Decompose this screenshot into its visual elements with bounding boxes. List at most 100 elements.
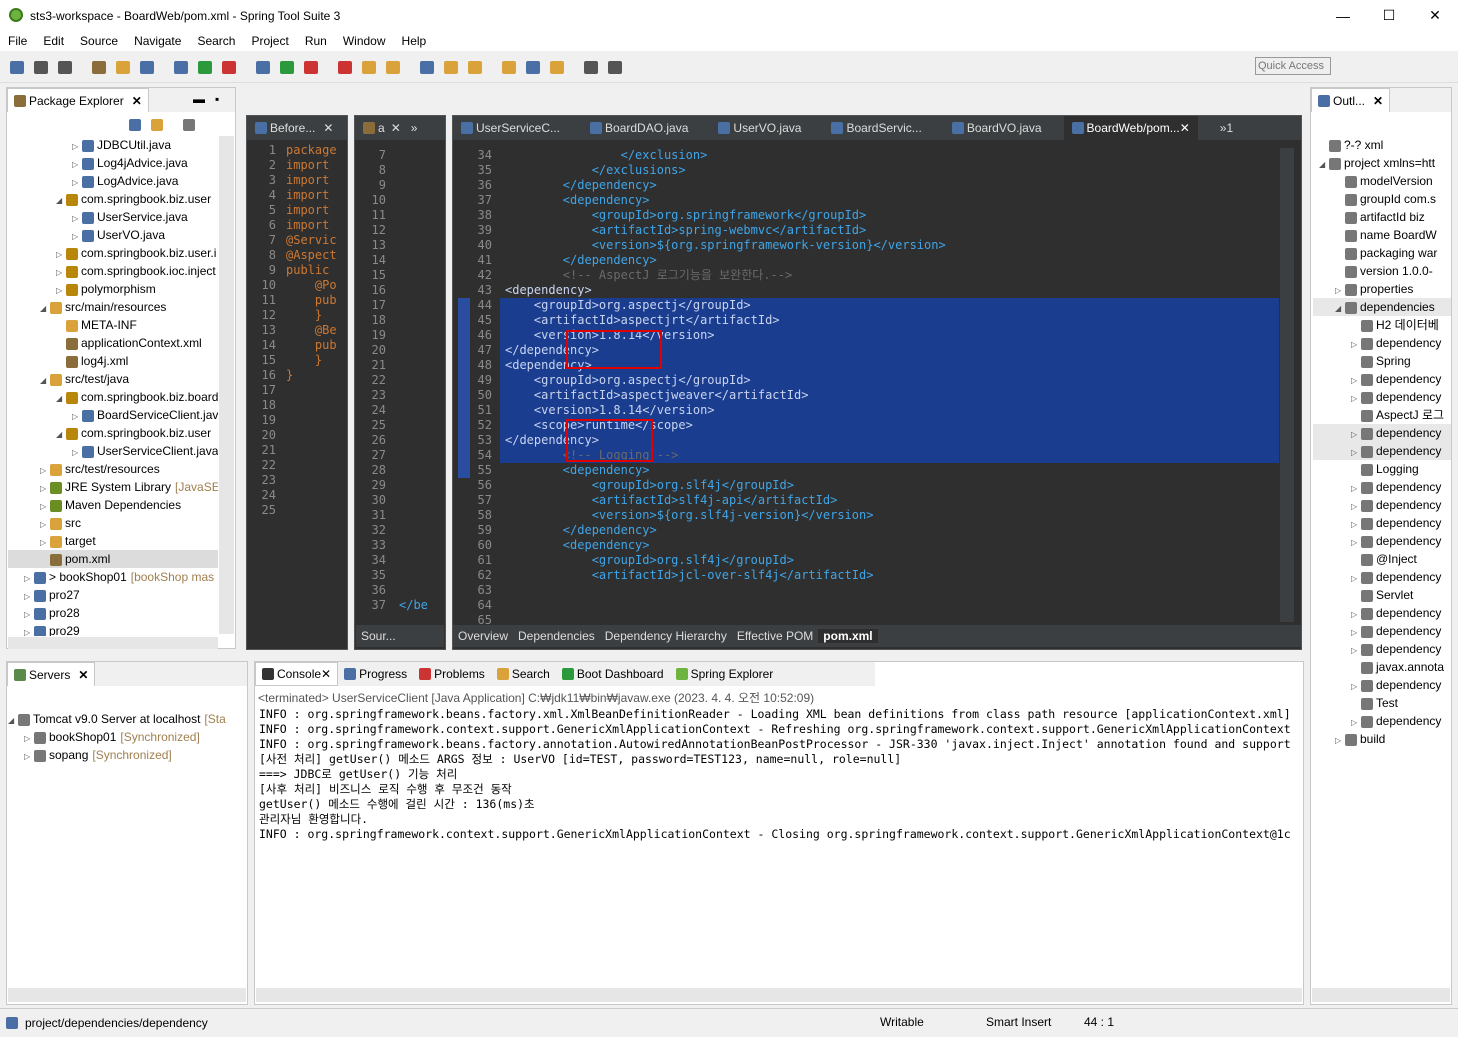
tab-overview[interactable]: Overview xyxy=(453,629,513,643)
mini-editor1-code[interactable]: package import import import import import @Se… xyxy=(286,143,346,383)
tree-item[interactable]: ▷ target xyxy=(8,532,218,550)
link-editor-icon[interactable] xyxy=(151,119,163,131)
menu-search[interactable]: Search xyxy=(189,34,243,48)
tree-item[interactable]: modelVersion xyxy=(1313,172,1451,190)
tab-console[interactable]: Console ✕ xyxy=(255,662,339,686)
toolbar-icon-3[interactable] xyxy=(92,61,106,74)
toolbar-icon-5[interactable] xyxy=(140,61,154,74)
package-explorer-scrollbar[interactable] xyxy=(219,136,234,634)
tree-item[interactable]: ▷ polymorphism xyxy=(8,280,218,298)
tab-source[interactable]: Sour... xyxy=(356,625,444,647)
tree-item[interactable]: ▷ bookShop01 [Synchronized] xyxy=(8,728,246,746)
tree-item[interactable]: Spring xyxy=(1313,352,1451,370)
tree-item[interactable]: pom.xml xyxy=(8,550,218,568)
tree-item[interactable]: ◢ Tomcat v9.0 Server at localhost [Sta xyxy=(8,710,246,728)
tree-item[interactable]: ▷ src/test/resources xyxy=(8,460,218,478)
overflow-icon[interactable]: » xyxy=(411,121,418,135)
toolbar-icon-10[interactable] xyxy=(280,61,294,74)
close-icon[interactable]: ✕ xyxy=(391,121,401,135)
menu-project[interactable]: Project xyxy=(243,34,296,48)
tree-item[interactable]: ▷ dependency xyxy=(1313,478,1451,496)
tree-item[interactable]: ▷ dependency xyxy=(1313,568,1451,586)
menu-navigate[interactable]: Navigate xyxy=(126,34,189,48)
tree-arrow-icon[interactable]: ▷ xyxy=(24,748,34,766)
tab-search[interactable]: Search xyxy=(491,662,556,686)
toolbar-icon-9[interactable] xyxy=(256,61,270,74)
tab-effective-pom[interactable]: Effective POM xyxy=(732,629,818,643)
close-icon[interactable]: ✕ xyxy=(321,667,331,681)
tree-item[interactable]: ▷ dependency xyxy=(1313,622,1451,640)
menu-source[interactable]: Source xyxy=(72,34,126,48)
tree-item[interactable]: ▷ properties xyxy=(1313,280,1451,298)
tab-boot-dashboard[interactable]: Boot Dashboard xyxy=(556,662,670,686)
toolbar-icon-22[interactable] xyxy=(608,61,622,74)
tab-editor-2[interactable]: UserVO.java xyxy=(710,116,809,140)
toolbar-icon-17[interactable] xyxy=(468,61,482,74)
close-button[interactable]: ✕ xyxy=(1412,0,1458,31)
tree-item[interactable]: ▷ Log4jAdvice.java xyxy=(8,154,218,172)
tree-item[interactable]: ◢ dependencies xyxy=(1313,298,1451,316)
toolbar-icon-4[interactable] xyxy=(116,61,130,74)
close-icon[interactable]: ✕ xyxy=(78,668,88,682)
tree-item[interactable]: javax.annota xyxy=(1313,658,1451,676)
tree-item[interactable]: ▷ dependency xyxy=(1313,388,1451,406)
tab-dependencies[interactable]: Dependencies xyxy=(513,629,600,643)
tab-editor-4[interactable]: BoardVO.java xyxy=(944,116,1050,140)
tree-item[interactable]: ▷ Maven Dependencies xyxy=(8,496,218,514)
toolbar-icon-20[interactable] xyxy=(550,61,564,74)
tree-item[interactable]: ▷ BoardServiceClient.java xyxy=(8,406,218,424)
tab-outline[interactable]: Outl... ✕ xyxy=(1311,88,1391,112)
menu-file[interactable]: File xyxy=(0,34,35,48)
collapse-all-icon[interactable] xyxy=(129,119,141,131)
tree-item[interactable]: Servlet xyxy=(1313,586,1451,604)
minimize-button[interactable]: — xyxy=(1320,0,1366,31)
quick-access-input[interactable]: Quick Access xyxy=(1255,57,1331,75)
tree-item[interactable]: ?-? xml xyxy=(1313,136,1451,154)
servers-hscroll[interactable] xyxy=(8,988,246,1002)
tree-item[interactable]: ▷ dependency xyxy=(1313,442,1451,460)
tree-item[interactable]: ▷ com.springbook.ioc.inject xyxy=(8,262,218,280)
view-menu-icon[interactable] xyxy=(183,119,195,131)
tree-item[interactable]: applicationContext.xml xyxy=(8,334,218,352)
tree-item[interactable]: name BoardW xyxy=(1313,226,1451,244)
tree-item[interactable]: packaging war xyxy=(1313,244,1451,262)
close-icon[interactable]: ✕ xyxy=(1180,121,1190,135)
tree-item[interactable]: ▷ > bookShop01 [bookShop mas xyxy=(8,568,218,586)
tree-item[interactable]: groupId com.s xyxy=(1313,190,1451,208)
menu-window[interactable]: Window xyxy=(335,34,394,48)
tree-item[interactable]: ▷ pro27 xyxy=(8,586,218,604)
tree-item[interactable]: META-INF xyxy=(8,316,218,334)
tree-item[interactable]: AspectJ 로그 xyxy=(1313,406,1451,424)
tree-item[interactable]: ▷ UserService.java xyxy=(8,208,218,226)
menu-run[interactable]: Run xyxy=(297,34,335,48)
tree-item[interactable]: ◢ project xmlns=htt xyxy=(1313,154,1451,172)
tab-spring-explorer[interactable]: Spring Explorer xyxy=(670,662,780,686)
tree-item[interactable]: version 1.0.0- xyxy=(1313,262,1451,280)
toolbar-icon-1[interactable] xyxy=(34,61,48,74)
tree-item[interactable]: ◢ src/main/resources xyxy=(8,298,218,316)
toolbar-icon-15[interactable] xyxy=(420,61,434,74)
tree-item[interactable]: ◢ com.springbook.biz.user xyxy=(8,190,218,208)
tree-item[interactable]: ◢ src/test/java xyxy=(8,370,218,388)
toolbar-icon-0[interactable] xyxy=(10,61,24,74)
tree-item[interactable]: ▷ JDBCUtil.java xyxy=(8,136,218,154)
tab-a[interactable]: a ✕ » xyxy=(355,116,445,140)
close-icon[interactable]: ✕ xyxy=(132,94,142,108)
tab-pom-xml[interactable]: pom.xml xyxy=(818,629,878,643)
toolbar-icon-11[interactable] xyxy=(304,61,318,74)
tree-arrow-icon[interactable]: ▷ xyxy=(1335,732,1345,750)
maximize-view-icon[interactable]: ▪ xyxy=(215,92,219,106)
tree-item[interactable]: Logging xyxy=(1313,460,1451,478)
toolbar-icon-21[interactable] xyxy=(584,61,598,74)
toolbar-icon-2[interactable] xyxy=(58,61,72,74)
tab-problems[interactable]: Problems xyxy=(413,662,491,686)
tree-item[interactable]: ▷ build xyxy=(1313,730,1451,748)
tree-item[interactable]: ▷ dependency xyxy=(1313,676,1451,694)
tree-item[interactable]: ▷ dependency xyxy=(1313,334,1451,352)
package-explorer-hscroll[interactable] xyxy=(8,637,218,649)
tab-editor-3[interactable]: BoardServic... xyxy=(823,116,929,140)
toolbar-icon-6[interactable] xyxy=(174,61,188,74)
tree-item[interactable]: ▷ LogAdvice.java xyxy=(8,172,218,190)
tab-editor-5[interactable]: BoardWeb/pom... ✕ xyxy=(1063,116,1198,140)
toolbar-icon-18[interactable] xyxy=(502,61,516,74)
